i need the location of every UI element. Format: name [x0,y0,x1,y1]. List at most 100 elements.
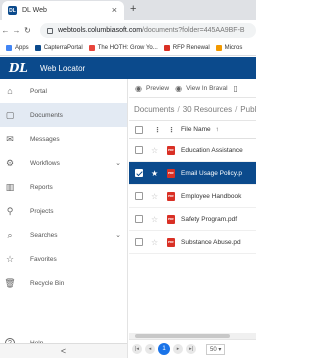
file-name[interactable]: Education Assistance [181,147,243,154]
app-logo[interactable]: DL [9,61,31,75]
table-row[interactable]: ☆ PDF Education Assistance [129,139,256,162]
chevron-down-icon[interactable]: ⌄ [115,231,121,239]
column-menu-icon[interactable]: ⋮ [154,126,161,134]
first-page-button[interactable]: |◂ [132,344,142,354]
next-page-button[interactable]: ▸ [173,344,183,354]
favorite-star-icon[interactable]: ☆ [151,238,158,247]
bookmark-icon [6,45,12,51]
sidebar-item-label: Searches [30,231,58,239]
sidebar-item-portal[interactable]: ⌂ Portal [0,79,127,103]
previous-page-button[interactable]: ◂ [145,344,155,354]
new-tab-button[interactable]: + [130,3,136,15]
document-toolbar: ◉ Preview ◉ View In Braval ▯ [129,79,256,98]
table-row[interactable]: ★ PDF Email Usage Policy.p [129,162,256,185]
view-in-brava-label: View In Braval [186,84,228,92]
scrollbar-thumb[interactable] [135,334,230,338]
close-tab-icon[interactable]: × [112,5,117,15]
per-page-value: 50 [210,346,217,353]
eye-icon: ◉ [175,83,183,93]
eye-icon: ◉ [135,83,142,93]
select-all-checkbox[interactable] [135,126,143,134]
trash-icon: 🗑 [4,277,16,288]
home-icon: ⌂ [7,86,13,96]
back-arrow-icon[interactable]: ← [0,26,11,35]
url-host: webtools.columbiasoft.com [58,27,143,34]
breadcrumb: Documents / 30 Resources / Publis [129,98,256,121]
preview-button[interactable]: ◉ Preview [135,84,169,93]
forward-arrow-icon[interactable]: → [11,26,22,35]
favorite-star-icon[interactable]: ☆ [151,192,158,201]
row-checkbox[interactable] [135,238,143,246]
sidebar-item-projects[interactable]: ⚲ Projects [0,199,127,223]
bookmark-label: The HOTH: Grow Yo... [97,45,158,51]
url-input[interactable]: webtools.columbiasoft.com/documents?fold… [40,23,256,38]
document-icon: ▢ [5,109,15,120]
bookmark-item[interactable]: RFP Renewal [163,45,210,51]
breadcrumb-subfolder[interactable]: Publis [240,105,256,114]
sidebar-item-documents[interactable]: ▢ Documents [0,103,127,127]
bookmark-item[interactable]: The HOTH: Grow Yo... [88,45,158,51]
page-icon[interactable]: ▯ [234,84,242,93]
favorite-star-icon[interactable]: ☆ [151,146,158,155]
breadcrumb-root[interactable]: Documents [134,105,174,114]
sidebar-item-workflows[interactable]: ⚙ Workflows ⌄ [0,151,127,175]
sidebar-item-favorites[interactable]: ☆ Favorites [0,247,127,271]
favorite-star-icon[interactable]: ☆ [151,215,158,224]
table-row[interactable]: ☆ PDF Employee Handbook [129,185,256,208]
sidebar-item-recycle-bin[interactable]: 🗑 Recycle Bin [0,271,127,295]
file-name[interactable]: Email Usage Policy.p [181,170,242,177]
row-checkbox[interactable] [135,146,143,154]
bookmark-label: RFP Renewal [172,45,210,51]
bookmark-icon [34,45,41,51]
sidebar-item-label: Portal [30,87,47,95]
dl-favicon-icon: DL [8,6,17,15]
pdf-file-icon: PDF [167,237,175,247]
app-header: DL Web Locator [0,57,256,79]
collapse-sidebar-button[interactable]: < [0,343,127,358]
sidebar-item-label: Workflows [30,159,60,167]
row-checkbox[interactable] [135,192,143,200]
table-row[interactable]: ☆ PDF Substance Abuse.pd [129,231,256,254]
browser-tab[interactable]: DL DL Web × [2,1,124,20]
file-name[interactable]: Employee Handbook [181,193,241,200]
pdf-file-icon: PDF [167,168,175,178]
chevron-down-icon[interactable]: ⌄ [115,159,121,167]
tab-title: DL Web [22,7,47,14]
pdf-file-icon: PDF [167,145,175,155]
breadcrumb-folder[interactable]: 30 Resources [183,105,232,114]
column-menu-icon[interactable]: ⋮ [168,126,175,134]
table-header: ⋮ ⋮ File Name ↑ [129,121,256,139]
file-name[interactable]: Safety Program.pdf [181,216,237,223]
favorite-star-icon[interactable]: ★ [151,169,158,178]
reload-icon[interactable]: ↻ [22,26,33,35]
column-header-label: File Name [181,126,211,133]
breadcrumb-separator: / [235,104,238,114]
file-name[interactable]: Substance Abuse.pd [181,239,241,246]
url-path: /documents?folder=445AA9BF-B [142,27,245,34]
sidebar-item-searches[interactable]: ⌕ Searches ⌄ [0,223,127,247]
sidebar-item-messages[interactable]: ✉ Messages [0,127,127,151]
row-checkbox[interactable] [135,215,143,223]
bookmark-item[interactable]: CapterraPortal [34,45,83,51]
sidebar-item-label: Recycle Bin [30,279,65,287]
pagination: |◂ ◂ 1 ▸ ▸| 50 ▾ [129,339,256,358]
column-header-filename[interactable]: File Name ↑ [181,126,219,133]
last-page-button[interactable]: ▸| [186,344,196,354]
per-page-select[interactable]: 50 ▾ [206,343,226,355]
current-page-button[interactable]: 1 [158,343,170,355]
table-row[interactable]: ☆ PDF Safety Program.pdf [129,208,256,231]
sidebar: ⌂ Portal ▢ Documents ✉ Messages ⚙ Workflows ⌄ ▥ Re… [0,79,128,358]
bookmark-item[interactable]: Micros [215,45,242,51]
sidebar-item-reports[interactable]: ▥ Reports [0,175,127,199]
row-checkbox[interactable] [135,169,143,177]
bookmark-icon [215,45,222,51]
view-in-brava-button[interactable]: ◉ View In Braval [175,84,227,93]
app-title: Web Locator [40,63,86,73]
sidebar-item-label: Favorites [30,255,57,263]
chart-icon: ▥ [5,181,15,192]
bookmark-label: CapterraPortal [43,45,83,51]
bookmark-item[interactable]: Apps [6,45,29,51]
workflow-icon: ⚙ [5,157,15,168]
lock-icon [47,27,53,34]
sidebar-item-label: Documents [30,111,63,119]
